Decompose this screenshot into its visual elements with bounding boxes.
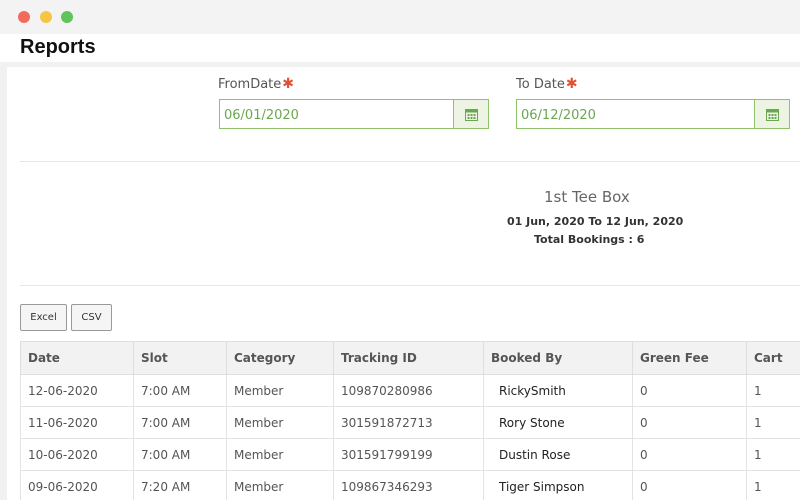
report-date-range: 01 Jun, 2020 To 12 Jun, 2020 <box>507 215 684 228</box>
cell-green-fee: 0 <box>632 470 747 500</box>
divider <box>20 161 800 162</box>
table-row: 10-06-2020 7:00 AM Member 301591799199 D… <box>20 438 800 471</box>
cell-slot: 7:00 AM <box>133 438 227 471</box>
cell-green-fee: 0 <box>632 374 747 407</box>
cell-tracking-id: 301591799199 <box>333 438 484 471</box>
cell-category: Member <box>226 438 334 471</box>
total-bookings: Total Bookings : 6 <box>534 233 645 246</box>
window-titlebar <box>0 0 800 34</box>
from-date-field[interactable]: 06/01/2020 <box>219 99 489 129</box>
cell-tracking-id: 109867346293 <box>333 470 484 500</box>
divider <box>20 285 800 286</box>
from-date-value[interactable]: 06/01/2020 <box>220 100 453 128</box>
to-date-field[interactable]: 06/12/2020 <box>516 99 790 129</box>
calendar-icon[interactable] <box>754 100 789 128</box>
column-header-booked-by[interactable]: Booked By <box>483 341 633 375</box>
cell-booked-by: Rory Stone <box>483 406 633 439</box>
cell-green-fee: 0 <box>632 438 747 471</box>
maximize-window-button[interactable] <box>61 11 73 23</box>
cell-booked-by: RickySmith <box>483 374 633 407</box>
cell-cart: 1 <box>746 374 800 407</box>
cell-slot: 7:00 AM <box>133 374 227 407</box>
column-header-slot[interactable]: Slot <box>133 341 227 375</box>
cell-cart: 1 <box>746 406 800 439</box>
cell-cart: 1 <box>746 438 800 471</box>
cell-slot: 7:20 AM <box>133 470 227 500</box>
cell-category: Member <box>226 470 334 500</box>
cell-date: 11-06-2020 <box>20 406 134 439</box>
cell-tracking-id: 301591872713 <box>333 406 484 439</box>
cell-green-fee: 0 <box>632 406 747 439</box>
report-panel: FromDate✱ 06/01/2020 To Date✱ 06/12/2020 <box>7 67 800 500</box>
table-row: 11-06-2020 7:00 AM Member 301591872713 R… <box>20 406 800 439</box>
table-header-row: Date Slot Category Tracking ID Booked By… <box>20 341 800 375</box>
table-row: 12-06-2020 7:00 AM Member 109870280986 R… <box>20 374 800 407</box>
from-date-label-text: FromDate <box>218 77 282 92</box>
column-header-date[interactable]: Date <box>20 341 134 375</box>
cell-cart: 1 <box>746 470 800 500</box>
page-header: Reports <box>0 34 800 62</box>
to-date-label: To Date✱ <box>516 76 578 92</box>
column-header-cart[interactable]: Cart <box>746 341 800 375</box>
cell-category: Member <box>226 406 334 439</box>
cell-booked-by: Dustin Rose <box>483 438 633 471</box>
table-row: 09-06-2020 7:20 AM Member 109867346293 T… <box>20 470 800 500</box>
minimize-window-button[interactable] <box>40 11 52 23</box>
cell-date: 10-06-2020 <box>20 438 134 471</box>
to-date-label-text: To Date <box>516 77 565 92</box>
to-date-value[interactable]: 06/12/2020 <box>517 100 754 128</box>
cell-date: 12-06-2020 <box>20 374 134 407</box>
column-header-green-fee[interactable]: Green Fee <box>632 341 747 375</box>
required-asterisk-icon: ✱ <box>282 76 295 92</box>
close-window-button[interactable] <box>18 11 30 23</box>
cell-category: Member <box>226 374 334 407</box>
cell-slot: 7:00 AM <box>133 406 227 439</box>
cell-booked-by: Tiger Simpson <box>483 470 633 500</box>
from-date-label: FromDate✱ <box>218 76 294 92</box>
required-asterisk-icon: ✱ <box>565 76 578 92</box>
cell-tracking-id: 109870280986 <box>333 374 484 407</box>
column-header-category[interactable]: Category <box>226 341 334 375</box>
cell-date: 09-06-2020 <box>20 470 134 500</box>
bookings-table: Date Slot Category Tracking ID Booked By… <box>20 341 800 500</box>
export-csv-button[interactable]: CSV <box>71 304 112 331</box>
calendar-icon[interactable] <box>453 100 488 128</box>
column-header-tracking-id[interactable]: Tracking ID <box>333 341 484 375</box>
page-title: Reports <box>20 36 96 58</box>
export-excel-button[interactable]: Excel <box>20 304 67 331</box>
report-name: 1st Tee Box <box>544 188 630 206</box>
